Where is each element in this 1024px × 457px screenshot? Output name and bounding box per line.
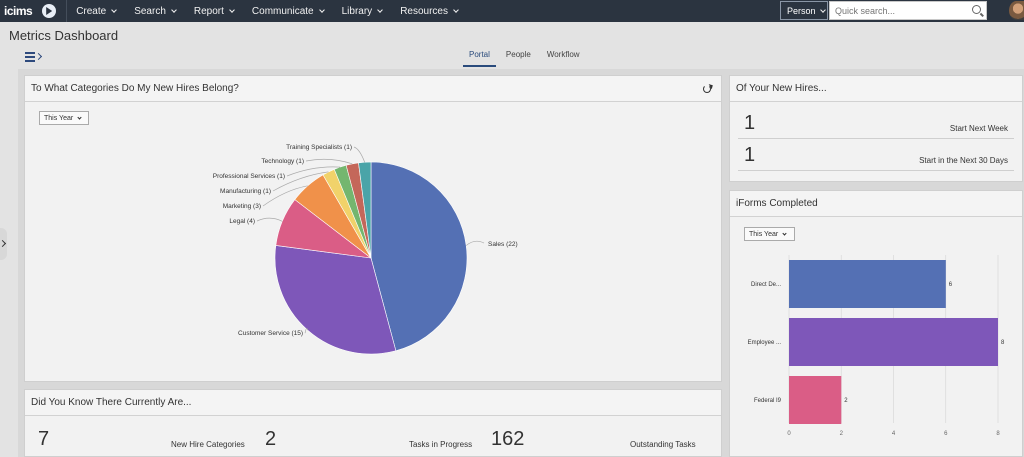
nav-create[interactable]: Create [67,0,125,22]
chevron-down-icon [819,6,826,13]
pie-slice-label: Technology (1) [261,158,304,165]
chevron-down-icon [229,7,235,13]
search-scope-select[interactable]: Person [780,1,828,20]
panel-title: To What Categories Do My New Hires Belon… [25,76,721,102]
pie-leader-line [305,158,353,165]
expand-sidebar-icon[interactable] [0,228,7,260]
bar-value-label: 8 [1001,340,1005,346]
nav-search[interactable]: Search [125,0,185,22]
stat-row: 1 Start in the Next 30 Days [738,139,1014,171]
new-hires-panel: Of Your New Hires... 1 Start Next Week 1… [729,75,1023,182]
categories-panel: To What Categories Do My New Hires Belon… [24,75,722,382]
iforms-panel: iForms Completed This Year 0 2 4 6 8 Direct D… [729,190,1023,457]
bar[interactable] [789,260,946,308]
panel-title: Of Your New Hires... [730,76,1022,102]
chevron-down-icon [782,230,787,236]
menu-toggle-icon[interactable] [25,52,41,62]
pie-slice-label: Legal (4) [229,218,255,225]
iforms-period-select[interactable]: This Year [744,227,795,241]
pie-slice-label: Customer Service (15) [238,330,303,337]
y-category-label: Direct De... [751,282,781,288]
stat-value: 2 [265,428,277,450]
nav-report[interactable]: Report [185,0,243,22]
chevron-down-icon [318,7,325,13]
nav-library[interactable]: Library [333,0,392,22]
y-category-label: Federal I9 [754,398,782,404]
app-logo[interactable]: icims [0,0,38,22]
chevron-down-icon [111,7,118,13]
quick-search-input[interactable] [830,2,960,19]
pie-leader-line [304,328,309,334]
chevron-down-icon [171,7,177,13]
iforms-bar-chart: 0 2 4 6 8 Direct De... 6 Employee ... 8 Federal I… [748,255,1005,437]
pie-slice-label: Manufacturing (1) [220,188,271,195]
pie-slice-label: Training Specialists (1) [286,144,352,151]
stat-value: 162 [491,428,525,450]
pie-leader-line [465,240,485,246]
chevron-down-icon [453,7,459,13]
stat-value: 7 [38,428,50,450]
nav-communicate[interactable]: Communicate [243,0,333,22]
panel-title: Did You Know There Currently Are... [25,390,721,416]
did-you-know-panel: Did You Know There Currently Are... 7 Ne… [24,389,722,457]
bar-value-label: 6 [949,282,953,288]
stat-label: Start in the Next 30 Days [919,156,1008,165]
bar-value-label: 2 [844,398,848,404]
pie-leader-line [353,146,366,163]
pie-slice-label: Marketing (3) [223,203,261,210]
chevron-down-icon [377,7,384,13]
x-tick-label: 6 [944,431,948,437]
product-switcher-icon[interactable] [42,4,57,18]
user-avatar[interactable] [1009,1,1024,20]
quick-search [829,1,987,20]
page-title: Metrics Dashboard [9,28,119,43]
stat-label: Outstanding Tasks [630,440,696,449]
pie-slice-label: Sales (22) [488,241,518,248]
panel-title: iForms Completed [730,191,1022,217]
categories-pie-chart: Sales (22) Customer Service (15) Legal (4)… [213,144,518,355]
stat-value: 1 [744,144,756,166]
refresh-icon[interactable] [703,85,711,93]
pie-slice-label: Professional Services (1) [213,173,285,180]
bar[interactable] [789,318,998,366]
stat-value: 1 [744,112,756,134]
tab-workflow[interactable]: Workflow [541,46,586,67]
tab-people[interactable]: People [500,46,537,67]
bar[interactable] [789,376,842,424]
pie-leader-line [256,217,283,222]
tab-portal[interactable]: Portal [463,46,496,67]
dashboard-tabs: Portal People Workflow [463,46,590,67]
x-tick-label: 4 [892,431,896,437]
x-tick-label: 2 [840,431,844,437]
y-category-label: Employee ... [748,340,782,346]
stat-label: Start Next Week [949,124,1008,133]
stat-row: 1 Start Next Week [738,107,1014,139]
nav-resources[interactable]: Resources [391,0,467,22]
x-tick-label: 8 [996,431,1000,437]
x-tick-label: 0 [787,431,791,437]
search-icon[interactable] [972,5,981,14]
